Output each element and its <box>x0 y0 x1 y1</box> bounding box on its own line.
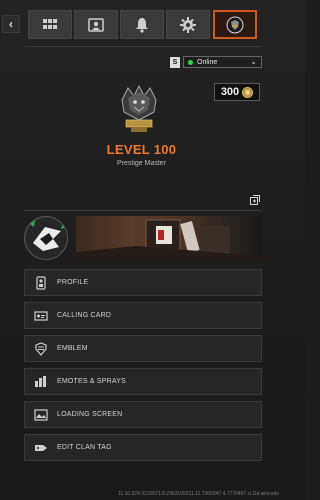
menu-item-label: CALLING CARD <box>57 312 112 319</box>
player-card[interactable] <box>24 214 262 260</box>
chevron-left-icon: ‹ <box>9 17 13 31</box>
menu-item-emotes-sprays[interactable]: EMOTES & SPRAYS <box>24 368 262 395</box>
clan-tag-icon <box>29 434 53 461</box>
rank-title: Prestige Master <box>116 160 167 167</box>
tab-notifications[interactable] <box>120 10 164 39</box>
gear-icon <box>180 16 196 33</box>
tab-profile[interactable] <box>213 10 257 39</box>
menu-item-loading-screen[interactable]: LOADING SCREEN <box>24 401 262 428</box>
tab-grid[interactable] <box>28 10 72 39</box>
tab-settings[interactable] <box>166 10 210 39</box>
back-button[interactable]: ‹ <box>2 15 20 33</box>
profile-emblem-icon <box>226 16 244 33</box>
loading-screen-icon <box>29 401 53 428</box>
calling-card-icon <box>29 302 53 329</box>
duck-emblem-icon <box>26 218 67 259</box>
status-row: S Online ⌄ <box>170 56 262 68</box>
expand-icon[interactable] <box>250 195 260 205</box>
cod-points-display[interactable]: 300 <box>214 83 260 101</box>
menu-item-label: LOADING SCREEN <box>57 411 123 418</box>
menu-item-calling-card[interactable]: CALLING CARD <box>24 302 262 329</box>
menu-item-edit-clan-tag[interactable]: EDIT CLAN TAG <box>24 434 262 461</box>
tab-divider <box>25 46 262 47</box>
calling-card-image <box>76 216 262 260</box>
prestige-rank-icon <box>121 84 157 132</box>
profile-panel: ‹ S Online ⌄ 300 LEVEL 100 Prestige Mast… <box>0 0 305 500</box>
menu-item-label: EMOTES & SPRAYS <box>57 378 126 385</box>
cod-points-icon <box>242 86 254 98</box>
emblem-icon <box>29 335 53 362</box>
bell-icon <box>136 17 148 33</box>
grid-icon <box>43 18 57 29</box>
menu-item-label: PROFILE <box>57 279 89 286</box>
online-dot-icon <box>188 59 193 65</box>
player-emblem <box>24 216 68 260</box>
status-badge: S <box>170 56 180 68</box>
status-value: Online <box>197 58 218 66</box>
player-level: LEVEL 100 <box>106 142 177 157</box>
card-divider <box>24 210 262 211</box>
menu-item-profile[interactable]: PROFILE <box>24 269 262 296</box>
build-version: 11.10.224.3210571.8.2963105211.11.730034… <box>118 491 279 497</box>
customization-menu: PROFILE CALLING CARD EMBLEM EMOTES & SPR… <box>24 269 262 467</box>
emotes-icon <box>29 368 53 395</box>
top-tab-bar: ‹ <box>0 8 305 47</box>
chevron-down-icon: ⌄ <box>250 57 257 66</box>
cod-points-amount: 300 <box>220 86 240 98</box>
tab-social[interactable] <box>74 10 118 39</box>
menu-item-label: EMBLEM <box>57 345 88 352</box>
menu-item-emblem[interactable]: EMBLEM <box>24 335 262 362</box>
online-status-dropdown[interactable]: Online ⌄ <box>183 56 262 68</box>
menu-item-label: EDIT CLAN TAG <box>57 444 112 451</box>
profile-icon <box>29 269 53 296</box>
social-icon <box>88 17 104 32</box>
